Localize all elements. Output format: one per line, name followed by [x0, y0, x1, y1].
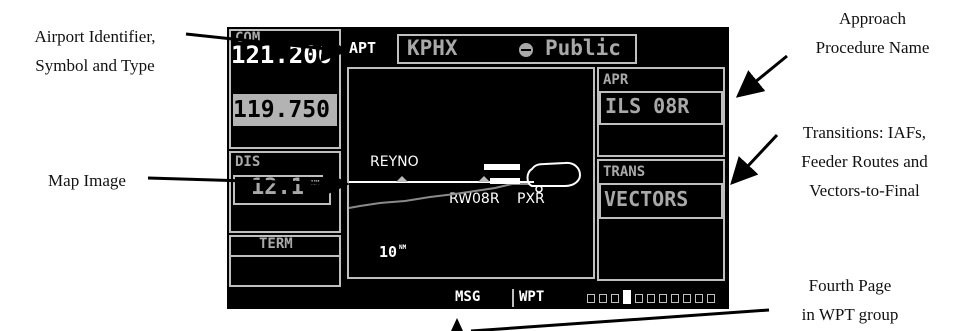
map-holding-pattern	[526, 161, 582, 187]
figure: Airport Identifier, Symbol and Type Map …	[0, 0, 957, 331]
arrow-airport-identifier	[185, 32, 349, 62]
arrow-transitions	[730, 133, 779, 185]
arrow-fourth-page	[470, 308, 770, 331]
arrow-fourth-page-head	[451, 318, 463, 331]
overlay-graphics	[147, 32, 788, 331]
arrow-approach-name	[735, 54, 788, 98]
map-terrain-line	[348, 183, 530, 209]
map-runway-bar-lower	[490, 178, 520, 184]
arrow-map-image	[147, 169, 350, 197]
map-reyno-waypoint-icon	[396, 176, 408, 182]
map-runway-waypoint-icon	[478, 176, 490, 182]
map-runway-bar-upper	[484, 164, 520, 170]
